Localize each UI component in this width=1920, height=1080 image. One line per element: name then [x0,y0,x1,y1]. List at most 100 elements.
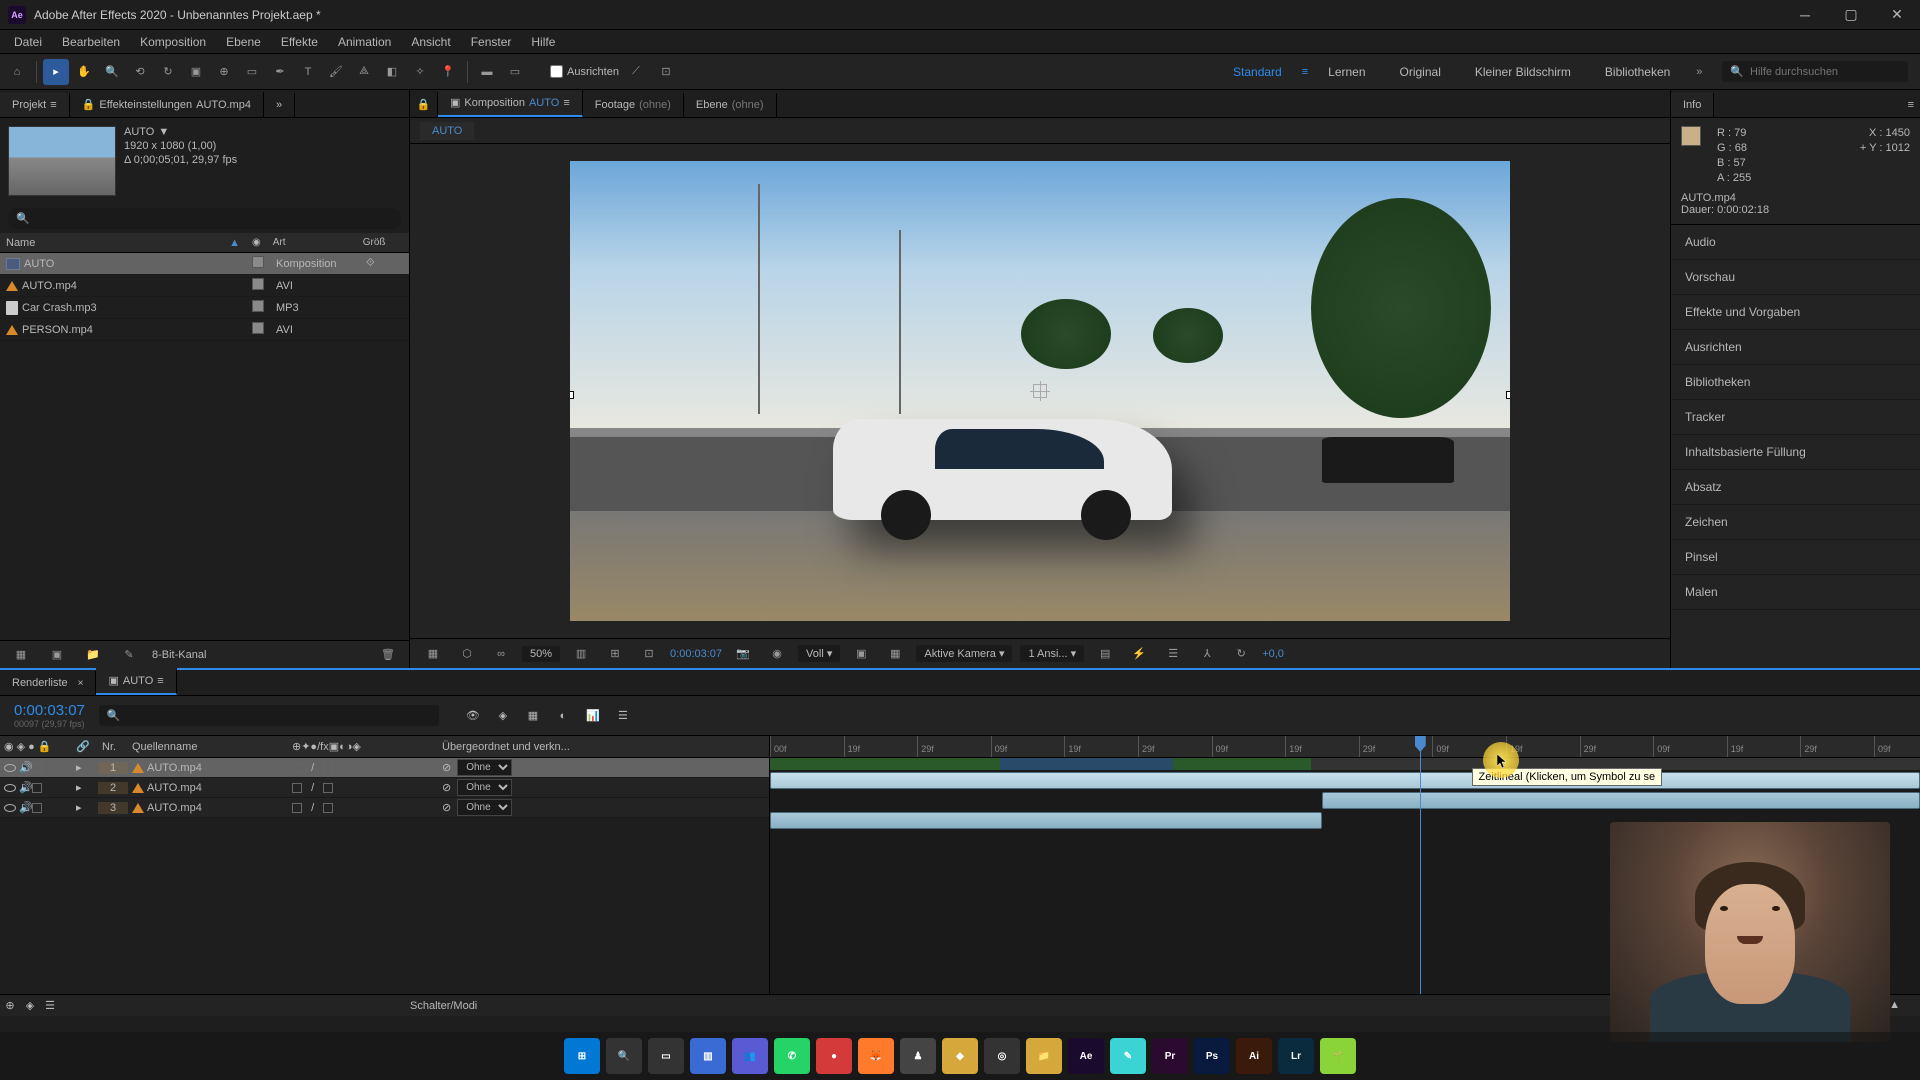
close-button[interactable]: ✕ [1874,0,1920,30]
eraser-tool[interactable]: ◧ [379,59,405,85]
shape-tool[interactable]: ▭ [239,59,265,85]
exposure-value[interactable]: +0,0 [1262,648,1284,660]
taskbar-ae-icon[interactable]: Ae [1068,1038,1104,1074]
timeline-icon[interactable]: ☰ [1160,641,1186,667]
anchor-point-icon[interactable] [1033,384,1047,398]
tab-projekt[interactable]: Projekt ≡ [0,93,70,117]
graph-icon[interactable]: 📊 [581,704,605,728]
interpret-icon[interactable]: ▦ [8,642,34,668]
timeline-layer[interactable]: 🔊 ▸1 AUTO.mp4 / ⊘Ohne [0,758,769,778]
switches-modes-label[interactable]: Schalter/Modi [410,1000,477,1012]
menu-hilfe[interactable]: Hilfe [521,31,565,53]
camera-dropdown[interactable]: Aktive Kamera ▾ [916,645,1012,662]
timeline-layer[interactable]: 🔊 ▸3 AUTO.mp4 / ⊘Ohne [0,798,769,818]
project-item[interactable]: Car Crash.mp3MP3 [0,297,409,319]
hand-tool[interactable]: ✋ [71,59,97,85]
taskbar-start-icon[interactable]: ⊞ [564,1038,600,1074]
motionblur-icon[interactable]: ◐ [551,704,575,728]
menu-animation[interactable]: Animation [328,31,401,53]
col-type-header[interactable]: Art [267,237,357,248]
time-ruler[interactable]: 00f19f29f09f19f29f09f19f29f09f19f29f09f1… [770,736,1920,758]
rotate-tool[interactable]: ↻ [155,59,181,85]
panel-absatz[interactable]: Absatz [1671,470,1920,505]
maximize-button[interactable]: ▢ [1828,0,1874,30]
taskbar-widgets-icon[interactable]: ▥ [690,1038,726,1074]
current-time[interactable]: 0:00:03:07 [670,648,722,660]
menu-ebene[interactable]: Ebene [216,31,271,53]
help-search[interactable]: 🔍 [1722,61,1908,82]
clone-tool[interactable]: ⟁ [351,59,377,85]
taskbar-firefox-icon[interactable]: 🦊 [858,1038,894,1074]
project-item[interactable]: AUTO.mp4AVI [0,275,409,297]
help-search-input[interactable] [1750,66,1900,78]
tab-layer[interactable]: Ebene (ohne) [684,93,777,117]
panel-malen[interactable]: Malen [1671,575,1920,610]
pixel-aspect-icon[interactable]: ▤ [1092,641,1118,667]
layer-clip-1[interactable] [770,772,1920,789]
taskbar-app3-icon[interactable]: ◆ [942,1038,978,1074]
trash-icon[interactable]: 🗑 [375,642,401,668]
taskbar-obs-icon[interactable]: ◎ [984,1038,1020,1074]
comp-breadcrumb[interactable]: AUTO [420,122,474,140]
views-dropdown[interactable]: 1 Ansi... ▾ [1020,645,1084,662]
project-item[interactable]: PERSON.mp4AVI [0,319,409,341]
snap-icon-2[interactable]: ⊡ [653,59,679,85]
timeline-layer[interactable]: 🔊 ▸2 AUTO.mp4 / ⊘Ohne [0,778,769,798]
taskbar-app1-icon[interactable]: ● [816,1038,852,1074]
home-button[interactable]: ⌂ [4,59,30,85]
panel-audio[interactable]: Audio [1671,225,1920,260]
new-folder-icon[interactable]: 📁 [80,642,106,668]
timeline-current-time[interactable]: 0:00:03:07 [0,702,99,719]
taskbar-ai-icon[interactable]: Ai [1236,1038,1272,1074]
tab-timeline-comp[interactable]: ▣ AUTO ≡ [96,668,176,695]
workspace-overflow-icon[interactable]: » [1686,59,1712,85]
col-name-header[interactable]: Name▲ [0,237,246,249]
tab-footage[interactable]: Footage (ohne) [583,93,684,117]
taskbar-whatsapp-icon[interactable]: ✆ [774,1038,810,1074]
reset-exp-icon[interactable]: ↻ [1228,641,1254,667]
align-checkbox[interactable] [550,65,563,78]
taskbar-app2-icon[interactable]: ♟ [900,1038,936,1074]
minimize-button[interactable]: ─ [1782,0,1828,30]
workspace-original[interactable]: Original [1386,59,1455,85]
tab-renderliste[interactable]: Renderliste× [0,671,96,695]
adjust-icon[interactable]: ✎ [116,642,142,668]
zoom-in-icon[interactable]: ▲ [1889,999,1900,1012]
tab-lock-icon[interactable]: 🔒 [410,92,438,117]
taskbar-teams-icon[interactable]: 👥 [732,1038,768,1074]
zoom-dropdown[interactable]: 50% [522,646,560,662]
taskbar-ps-icon[interactable]: Ps [1194,1038,1230,1074]
show-channel-icon[interactable]: ◉ [764,641,790,667]
mask-icon[interactable]: ∞ [488,641,514,667]
camera-tool[interactable]: ▣ [183,59,209,85]
new-comp-icon[interactable]: ▣ [44,642,70,668]
roi-icon[interactable]: ▣ [848,641,874,667]
panel-zeichen[interactable]: Zeichen [1671,505,1920,540]
tab-info[interactable]: Info [1671,93,1714,117]
panel-menu-icon[interactable]: ≡ [1902,93,1920,117]
pen-tool[interactable]: ✒ [267,59,293,85]
timeline-search[interactable]: 🔍 [99,705,439,726]
taskbar-explorer-icon[interactable]: 📁 [1026,1038,1062,1074]
brainstorm-icon[interactable]: ☰ [611,704,635,728]
roto-tool[interactable]: ✧ [407,59,433,85]
zoom-tool[interactable]: 🔍 [99,59,125,85]
tab-effekteinstellungen[interactable]: 🔒 Effekteinstellungen AUTO.mp4 [70,92,264,117]
menu-bearbeiten[interactable]: Bearbeiten [52,31,130,53]
tab-composition[interactable]: ▣ Komposition AUTO ≡ [438,90,583,117]
fast-preview-icon[interactable]: ⚡ [1126,641,1152,667]
draft3d-icon[interactable]: ◈ [491,704,515,728]
bpc-label[interactable]: 8-Bit-Kanal [152,649,206,661]
col-nr[interactable]: Nr. [98,741,128,753]
selection-tool[interactable]: ▸ [43,59,69,85]
toggle-in-out-icon[interactable]: ☰ [40,999,60,1012]
snap-icon[interactable]: ⟋ [623,59,649,85]
layer-clip-3[interactable] [770,812,1322,829]
menu-effekte[interactable]: Effekte [271,31,328,53]
workspace-kleiner bildschirm[interactable]: Kleiner Bildschirm [1461,59,1585,85]
menu-ansicht[interactable]: Ansicht [401,31,460,53]
guides-icon[interactable]: ⊡ [636,641,662,667]
taskbar-search-icon[interactable]: 🔍 [606,1038,642,1074]
shy-icon[interactable]: 👁 [461,704,485,728]
panel-pinsel[interactable]: Pinsel [1671,540,1920,575]
